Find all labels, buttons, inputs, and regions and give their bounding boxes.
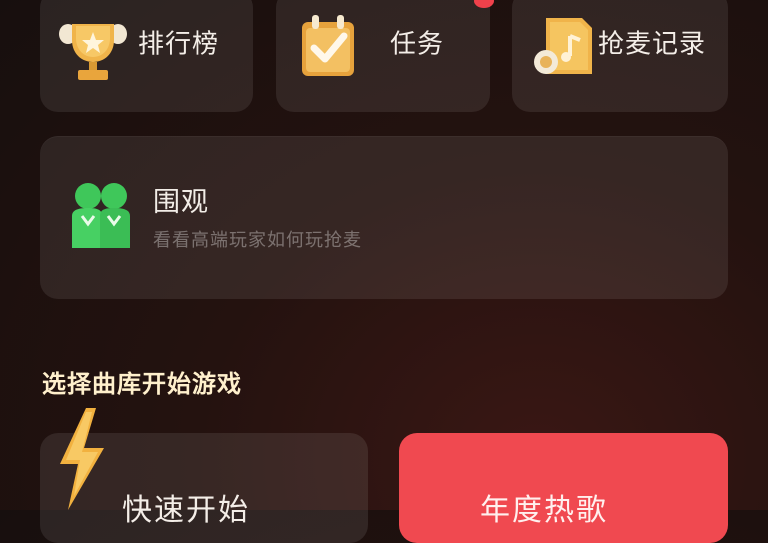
records-card[interactable]: 抢麦记录 <box>512 0 728 112</box>
spectate-title: 围观 <box>153 187 209 218</box>
spectate-card[interactable] <box>40 136 728 299</box>
tasks-label: 任务 <box>390 29 445 60</box>
ranking-label: 排行榜 <box>138 29 220 60</box>
trophy-icon <box>59 24 127 80</box>
task-checklist-icon <box>302 15 354 76</box>
section-title: 选择曲库开始游戏 <box>42 370 242 398</box>
music-record-icon <box>534 18 592 74</box>
quick-start-label: 快速开始 <box>122 493 250 528</box>
spectators-icon <box>72 183 130 248</box>
ranking-card[interactable]: 排行榜 <box>40 0 253 112</box>
annual-hits-label: 年度热歌 <box>480 493 608 528</box>
spectate-subtitle: 看看高端玩家如何玩抢麦 <box>153 230 362 251</box>
records-label: 抢麦记录 <box>598 29 707 60</box>
tasks-card[interactable]: 任务 <box>276 0 490 112</box>
lightning-icon <box>60 408 104 510</box>
